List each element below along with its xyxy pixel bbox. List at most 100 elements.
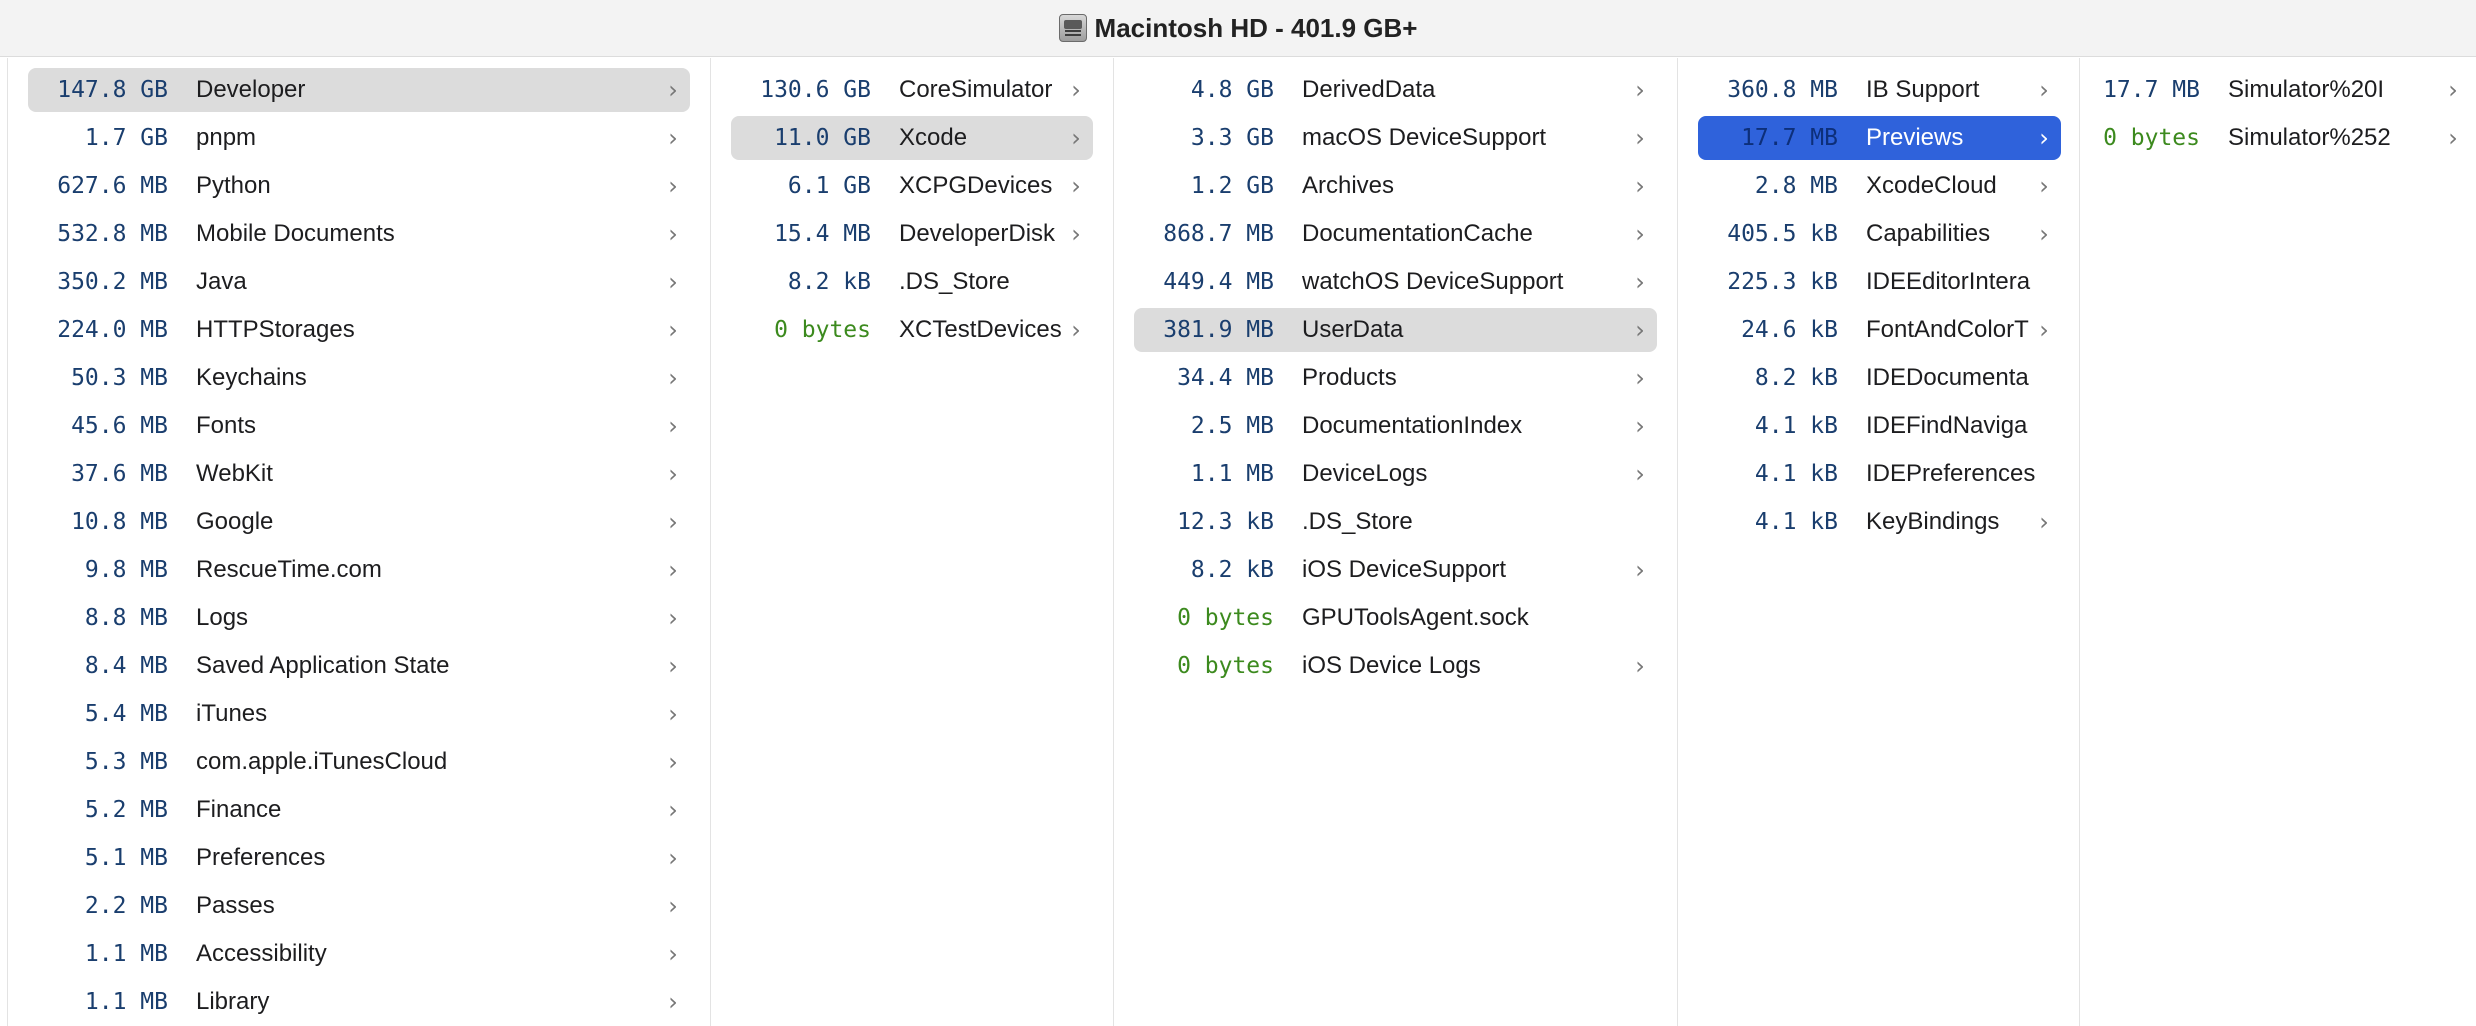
- chevron-right-icon[interactable]: ›: [662, 604, 684, 632]
- file-row[interactable]: 4.1 kB IDEPreferences: [1698, 452, 2061, 496]
- chevron-right-icon[interactable]: ›: [1065, 124, 1087, 152]
- chevron-right-icon[interactable]: ›: [662, 124, 684, 152]
- chevron-right-icon[interactable]: ›: [662, 700, 684, 728]
- chevron-right-icon[interactable]: ›: [1629, 76, 1651, 104]
- chevron-right-icon[interactable]: ›: [662, 652, 684, 680]
- folder-row[interactable]: 11.0 GB Xcode ›: [731, 116, 1093, 160]
- folder-row[interactable]: 8.4 MB Saved Application State ›: [28, 644, 690, 688]
- folder-row[interactable]: 4.8 GB DerivedData ›: [1134, 68, 1657, 112]
- folder-row[interactable]: 405.5 kB Capabilities ›: [1698, 212, 2061, 256]
- chevron-right-icon[interactable]: ›: [662, 844, 684, 872]
- chevron-right-icon[interactable]: ›: [1629, 412, 1651, 440]
- folder-row[interactable]: 147.8 GB Developer ›: [28, 68, 690, 112]
- folder-row[interactable]: 532.8 MB Mobile Documents ›: [28, 212, 690, 256]
- folder-row[interactable]: 5.2 MB Finance ›: [28, 788, 690, 832]
- chevron-right-icon[interactable]: ›: [662, 220, 684, 248]
- chevron-right-icon[interactable]: ›: [1629, 172, 1651, 200]
- chevron-right-icon[interactable]: ›: [662, 556, 684, 584]
- folder-row[interactable]: 2.8 MB XcodeCloud ›: [1698, 164, 2061, 208]
- file-row[interactable]: 225.3 kB IDEEditorIntera: [1698, 260, 2061, 304]
- folder-row[interactable]: 350.2 MB Java ›: [28, 260, 690, 304]
- chevron-right-icon[interactable]: ›: [2033, 76, 2055, 104]
- folder-row[interactable]: 2.2 MB Passes ›: [28, 884, 690, 928]
- chevron-right-icon[interactable]: ›: [662, 172, 684, 200]
- chevron-right-icon[interactable]: ›: [662, 76, 684, 104]
- chevron-right-icon[interactable]: ›: [662, 508, 684, 536]
- column-4[interactable]: 360.8 MB IB Support › 17.7 MB Previews › 2.8 M…: [1678, 58, 2080, 1026]
- folder-row[interactable]: 5.3 MB com.apple.iTunesCloud ›: [28, 740, 690, 784]
- chevron-right-icon[interactable]: ›: [662, 940, 684, 968]
- chevron-right-icon[interactable]: ›: [662, 364, 684, 392]
- folder-row[interactable]: 5.1 MB Preferences ›: [28, 836, 690, 880]
- chevron-right-icon[interactable]: ›: [662, 796, 684, 824]
- chevron-right-icon[interactable]: ›: [662, 748, 684, 776]
- folder-row[interactable]: 0 bytes Simulator%252 ›: [2100, 116, 2470, 160]
- folder-row[interactable]: 50.3 MB Keychains ›: [28, 356, 690, 400]
- chevron-right-icon[interactable]: ›: [1629, 268, 1651, 296]
- chevron-right-icon[interactable]: ›: [1629, 220, 1651, 248]
- chevron-right-icon[interactable]: ›: [2033, 124, 2055, 152]
- chevron-right-icon[interactable]: ›: [1065, 172, 1087, 200]
- chevron-right-icon[interactable]: ›: [662, 268, 684, 296]
- column-parent-edge[interactable]: [0, 58, 8, 1026]
- folder-row[interactable]: 8.8 MB Logs ›: [28, 596, 690, 640]
- chevron-right-icon[interactable]: ›: [1065, 316, 1087, 344]
- folder-row[interactable]: 4.1 kB KeyBindings ›: [1698, 500, 2061, 544]
- folder-row[interactable]: 9.8 MB RescueTime.com ›: [28, 548, 690, 592]
- chevron-right-icon[interactable]: ›: [1065, 76, 1087, 104]
- folder-row[interactable]: 37.6 MB WebKit ›: [28, 452, 690, 496]
- chevron-right-icon[interactable]: ›: [1629, 124, 1651, 152]
- column-3[interactable]: 4.8 GB DerivedData › 3.3 GB macOS DeviceSupp…: [1114, 58, 1678, 1026]
- folder-row[interactable]: 1.1 MB Library ›: [28, 980, 690, 1024]
- file-row[interactable]: 8.2 kB .DS_Store: [731, 260, 1093, 304]
- chevron-right-icon[interactable]: ›: [662, 460, 684, 488]
- folder-row[interactable]: 5.4 MB iTunes ›: [28, 692, 690, 736]
- folder-row[interactable]: 0 bytes iOS Device Logs ›: [1134, 644, 1657, 688]
- folder-row[interactable]: 130.6 GB CoreSimulator ›: [731, 68, 1093, 112]
- chevron-right-icon[interactable]: ›: [662, 892, 684, 920]
- folder-row[interactable]: 6.1 GB XCPGDevices ›: [731, 164, 1093, 208]
- chevron-right-icon[interactable]: ›: [1065, 220, 1087, 248]
- chevron-right-icon[interactable]: ›: [2033, 172, 2055, 200]
- file-row[interactable]: 0 bytes GPUToolsAgent.sock: [1134, 596, 1657, 640]
- folder-row[interactable]: 15.4 MB DeveloperDisk ›: [731, 212, 1093, 256]
- file-row[interactable]: 4.1 kB IDEFindNaviga: [1698, 404, 2061, 448]
- chevron-right-icon[interactable]: ›: [2442, 124, 2464, 152]
- folder-row[interactable]: 45.6 MB Fonts ›: [28, 404, 690, 448]
- column-5[interactable]: 17.7 MB Simulator%20I › 0 bytes Simulator%25…: [2080, 58, 2476, 1026]
- chevron-right-icon[interactable]: ›: [2033, 316, 2055, 344]
- folder-row[interactable]: 34.4 MB Products ›: [1134, 356, 1657, 400]
- folder-row[interactable]: 1.1 MB DeviceLogs ›: [1134, 452, 1657, 496]
- folder-row[interactable]: 0 bytes XCTestDevices ›: [731, 308, 1093, 352]
- chevron-right-icon[interactable]: ›: [662, 316, 684, 344]
- chevron-right-icon[interactable]: ›: [2033, 220, 2055, 248]
- folder-row[interactable]: 1.2 GB Archives ›: [1134, 164, 1657, 208]
- column-1[interactable]: 147.8 GB Developer › 1.7 GB pnpm › 627.6 MB Pyt…: [8, 58, 711, 1026]
- file-row[interactable]: 12.3 kB .DS_Store: [1134, 500, 1657, 544]
- folder-row[interactable]: 2.5 MB DocumentationIndex ›: [1134, 404, 1657, 448]
- chevron-right-icon[interactable]: ›: [2442, 76, 2464, 104]
- file-row[interactable]: 8.2 kB IDEDocumenta: [1698, 356, 2061, 400]
- folder-row[interactable]: 3.3 GB macOS DeviceSupport ›: [1134, 116, 1657, 160]
- folder-row[interactable]: 868.7 MB DocumentationCache ›: [1134, 212, 1657, 256]
- chevron-right-icon[interactable]: ›: [2033, 508, 2055, 536]
- folder-row[interactable]: 1.1 MB Accessibility ›: [28, 932, 690, 976]
- folder-row[interactable]: 24.6 kB FontAndColorT ›: [1698, 308, 2061, 352]
- chevron-right-icon[interactable]: ›: [1629, 316, 1651, 344]
- chevron-right-icon[interactable]: ›: [662, 988, 684, 1016]
- folder-row[interactable]: 224.0 MB HTTPStorages ›: [28, 308, 690, 352]
- column-2[interactable]: 130.6 GB CoreSimulator › 11.0 GB Xcode › 6.1 G…: [711, 58, 1114, 1026]
- chevron-right-icon[interactable]: ›: [1629, 364, 1651, 392]
- folder-row[interactable]: 360.8 MB IB Support ›: [1698, 68, 2061, 112]
- folder-row[interactable]: 10.8 MB Google ›: [28, 500, 690, 544]
- chevron-right-icon[interactable]: ›: [1629, 556, 1651, 584]
- chevron-right-icon[interactable]: ›: [1629, 460, 1651, 488]
- folder-row[interactable]: 17.7 MB Simulator%20I ›: [2100, 68, 2470, 112]
- chevron-right-icon[interactable]: ›: [662, 412, 684, 440]
- chevron-right-icon[interactable]: ›: [1629, 652, 1651, 680]
- folder-row[interactable]: 449.4 MB watchOS DeviceSupport ›: [1134, 260, 1657, 304]
- folder-row[interactable]: 381.9 MB UserData ›: [1134, 308, 1657, 352]
- folder-row[interactable]: 627.6 MB Python ›: [28, 164, 690, 208]
- folder-row[interactable]: 17.7 MB Previews ›: [1698, 116, 2061, 160]
- folder-row[interactable]: 8.2 kB iOS DeviceSupport ›: [1134, 548, 1657, 592]
